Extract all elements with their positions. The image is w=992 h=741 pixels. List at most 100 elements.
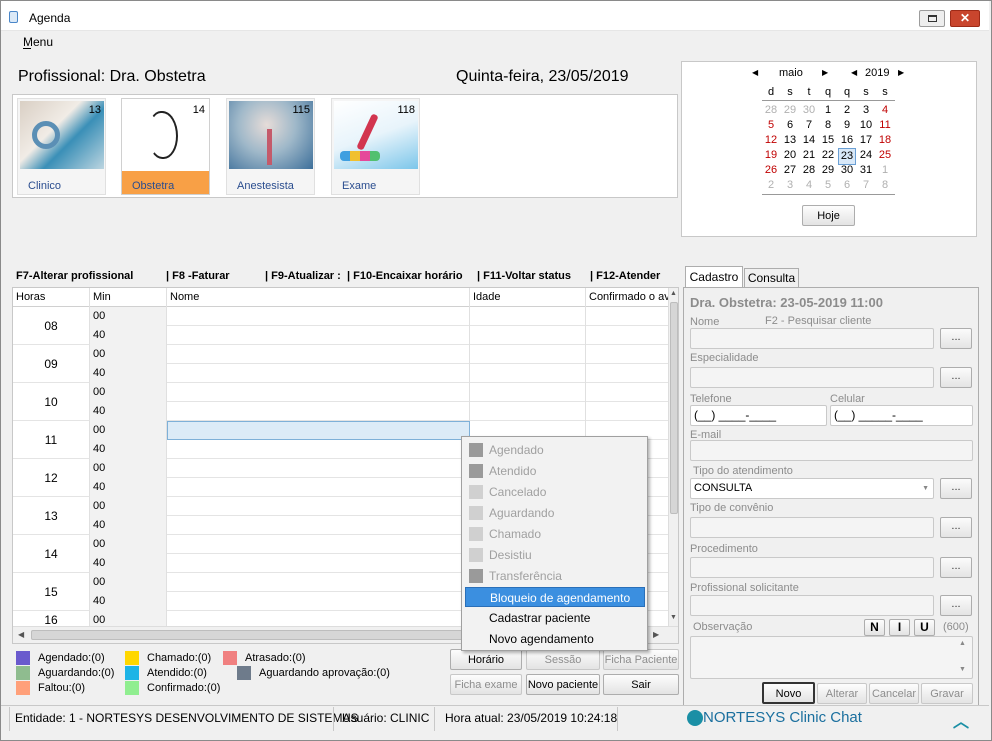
calendar-day[interactable]: 13 [781,133,799,148]
calendar-day[interactable]: 7 [857,178,875,193]
bold-button[interactable]: N [864,619,885,636]
nome-cell[interactable] [167,592,470,611]
context-menu-item[interactable]: Novo agendamento [465,629,645,649]
scroll-up-icon[interactable]: ▲ [670,290,677,297]
calendar-year[interactable]: 2019 [865,67,889,79]
calendar-day[interactable]: 19 [762,148,780,163]
tipo-atendimento-select[interactable]: CONSULTA ▼ [690,478,934,499]
tab-consulta[interactable]: Consulta [744,268,799,287]
procedimento-field[interactable] [690,557,934,578]
confirmado-cell[interactable] [586,345,669,364]
calendar-day[interactable]: 26 [762,163,780,178]
horario-button[interactable]: Horário [450,649,522,670]
scroll-down-icon[interactable]: ▼ [670,614,677,621]
context-menu-item[interactable]: Agendado [465,440,645,460]
nome-cell[interactable] [167,497,470,516]
calendar-day[interactable]: 27 [781,163,799,178]
calendar-day[interactable]: 16 [838,133,856,148]
calendar-day[interactable]: 18 [876,133,894,148]
novo-button[interactable]: Novo [762,682,815,704]
alterar-button[interactable]: Alterar [817,683,867,704]
nome-lookup-button[interactable]: ... [940,328,972,349]
context-menu-item[interactable]: Cadastrar paciente [465,608,645,628]
gravar-button[interactable]: Gravar [921,683,973,704]
idade-cell[interactable] [470,383,586,402]
context-menu-item[interactable]: Cancelado [465,482,645,502]
celular-field[interactable]: (__) _____-____ [830,405,973,426]
vertical-scrollbar[interactable]: ▲ ▼ [668,288,678,626]
calendar-day[interactable]: 2 [762,178,780,193]
context-menu-item[interactable]: Desistiu [465,545,645,565]
nome-cell[interactable] [167,345,470,364]
calendar-day[interactable]: 28 [800,163,818,178]
calendar-day[interactable]: 12 [762,133,780,148]
nome-cell[interactable] [167,307,470,326]
tipo-atendimento-lookup-button[interactable]: ... [940,478,972,499]
scroll-right-icon[interactable]: ▶ [653,630,659,639]
nome-cell[interactable] [167,459,470,478]
nome-cell[interactable] [167,554,470,573]
confirmado-cell[interactable] [586,364,669,383]
calendar-day[interactable]: 25 [876,148,894,163]
category-card-exame[interactable]: 118 Exame [331,98,420,195]
calendar-month[interactable]: maio [779,67,803,79]
context-menu-item[interactable]: Atendido [465,461,645,481]
profissional-solicitante-lookup-button[interactable]: ... [940,595,972,616]
email-field[interactable] [690,440,973,461]
nome-cell[interactable] [167,402,470,421]
cancelar-button[interactable]: Cancelar [869,683,919,704]
scroll-thumb[interactable] [670,302,678,514]
underline-button[interactable]: U [914,619,935,636]
calendar-day[interactable]: 4 [876,103,894,118]
col-idade[interactable]: Idade [470,288,586,307]
calendar-day[interactable]: 29 [781,103,799,118]
col-min[interactable]: Min [90,288,167,307]
tipo-convenio-lookup-button[interactable]: ... [940,517,972,538]
calendar-day[interactable]: 7 [800,118,818,133]
table-row[interactable]: 40 [90,402,669,421]
calendar-day[interactable]: 5 [819,178,837,193]
idade-cell[interactable] [470,326,586,345]
calendar-day[interactable]: 14 [800,133,818,148]
nome-cell[interactable] [167,364,470,383]
telefone-field[interactable]: (__) ____-____ [690,405,827,426]
calendar-day[interactable]: 24 [857,148,875,163]
confirmado-cell[interactable] [586,307,669,326]
calendar-day[interactable]: 1 [876,163,894,178]
calendar-day[interactable]: 30 [838,163,856,178]
nome-cell[interactable] [167,421,470,440]
textarea-scroll-up-icon[interactable]: ▲ [959,640,966,647]
col-nome[interactable]: Nome [167,288,470,307]
procedimento-lookup-button[interactable]: ... [940,557,972,578]
calendar-day[interactable]: 31 [857,163,875,178]
confirmado-cell[interactable] [586,402,669,421]
table-row[interactable]: 00 [90,383,669,402]
next-year-icon[interactable]: ▶ [898,68,904,77]
chat-icon[interactable] [687,710,703,726]
ficha-exame-button[interactable]: Ficha exame [450,674,522,695]
idade-cell[interactable] [470,402,586,421]
table-row[interactable]: 40 [90,326,669,345]
textarea-scroll-down-icon[interactable]: ▼ [959,666,966,673]
especialidade-lookup-button[interactable]: ... [940,367,972,388]
calendar-day[interactable]: 20 [781,148,799,163]
idade-cell[interactable] [470,307,586,326]
nome-cell[interactable] [167,440,470,459]
italic-button[interactable]: I [889,619,910,636]
category-card-clinico[interactable]: 13 Clinico [17,98,106,195]
calendar-day[interactable]: 3 [781,178,799,193]
calendar-day[interactable]: 6 [781,118,799,133]
context-menu-item[interactable]: Aguardando [465,503,645,523]
tab-cadastro[interactable]: Cadastro [685,266,743,287]
nome-cell[interactable] [167,478,470,497]
nome-cell[interactable] [167,326,470,345]
h-scroll-thumb[interactable] [31,630,521,640]
calendar-day[interactable]: 8 [819,118,837,133]
context-menu-item[interactable]: Transferência [465,566,645,586]
calendar-day[interactable]: 17 [857,133,875,148]
nome-cell[interactable] [167,573,470,592]
col-confirmado[interactable]: Confirmado o av [586,288,669,307]
calendar-day[interactable]: 11 [876,118,894,133]
calendar-day[interactable]: 29 [819,163,837,178]
novo-paciente-button[interactable]: Novo paciente [526,674,600,695]
